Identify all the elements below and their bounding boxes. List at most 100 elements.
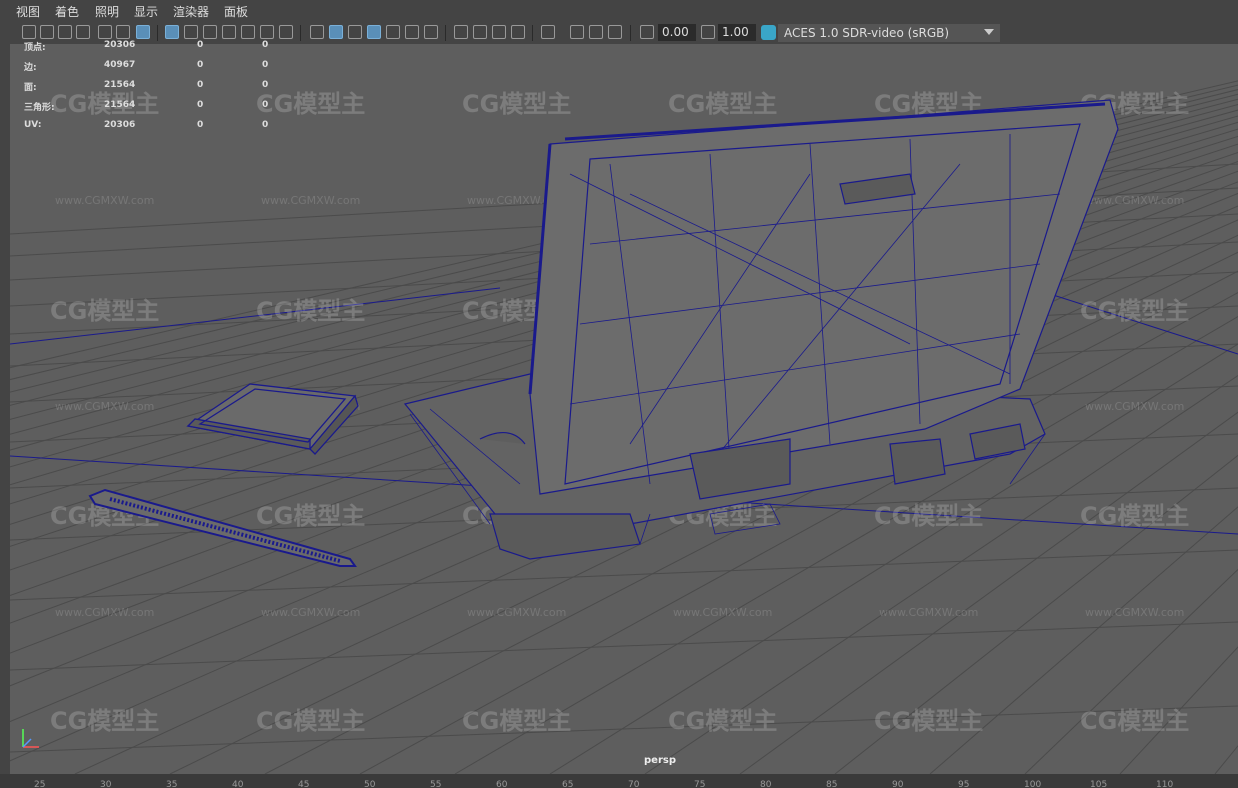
hud-value: 21564 [104, 80, 136, 90]
hud-label: 面: [24, 83, 37, 93]
watermark-url: www.CGMXW.com [1085, 400, 1184, 413]
grid-icon[interactable] [165, 25, 179, 39]
wireframe-on-shaded-icon[interactable] [367, 25, 381, 39]
grid-line [10, 705, 1238, 753]
watermark-logo: CG模型主 [874, 707, 983, 735]
menu-lighting[interactable]: 照明 [95, 3, 119, 20]
color-space-select[interactable]: ACES 1.0 SDR-video (sRGB) [778, 24, 1000, 42]
grid-line [10, 549, 1238, 601]
hud-value: 0 [197, 40, 204, 50]
color-management-icon[interactable] [761, 25, 776, 40]
ruler-tick-label: 105 [1090, 780, 1108, 788]
default-material-icon[interactable] [348, 25, 362, 39]
watermark-url: www.CGMXW.com [55, 194, 154, 207]
camera-select-icon[interactable] [22, 25, 36, 39]
2d-pan-zoom-icon[interactable] [98, 25, 112, 39]
brush-icon[interactable] [136, 25, 150, 39]
watermark-logo: CG模型主 [50, 707, 159, 735]
xray-components-icon[interactable] [608, 25, 622, 39]
ruler-tick-label: 110 [1156, 780, 1174, 788]
watermark-url: www.CGMXW.com [1085, 194, 1184, 207]
menu-panels[interactable]: 面板 [224, 3, 248, 20]
watermark-url: www.CGMXW.com [879, 606, 978, 619]
hud-row: 三角形: 21564 0 0 [14, 100, 274, 120]
watermark-logo: CG模型主 [668, 707, 777, 735]
safe-action-icon[interactable] [260, 25, 274, 39]
hud-value: 20306 [104, 40, 136, 50]
color-space-label: ACES 1.0 SDR-video (sRGB) [784, 26, 950, 40]
isolate-select-icon[interactable] [541, 25, 555, 39]
ambient-occlusion-icon[interactable] [454, 25, 468, 39]
menu-show[interactable]: 显示 [134, 3, 158, 20]
menu-shading[interactable]: 着色 [55, 3, 79, 20]
xray-icon[interactable] [570, 25, 584, 39]
lights-icon[interactable] [405, 25, 419, 39]
hud-value: 21564 [104, 100, 136, 110]
anti-aliasing-icon[interactable] [492, 25, 506, 39]
toolbar-divider [532, 25, 533, 41]
hud-value: 0 [262, 120, 269, 130]
ruler-tick-label: 35 [166, 780, 178, 788]
toolbar-divider [300, 25, 301, 41]
hud-label: 三角形: [24, 103, 55, 113]
hud-value: 0 [262, 40, 269, 50]
watermark-logo: CG模型主 [462, 90, 571, 118]
grease-pencil-icon[interactable] [116, 25, 130, 39]
menu-view[interactable]: 视图 [16, 3, 40, 20]
shadows-icon[interactable] [424, 25, 438, 39]
gate-mask-icon[interactable] [222, 25, 236, 39]
menu-bar: 视图 着色 照明 显示 渲染器 面板 [0, 0, 1238, 22]
hud-label: 顶点: [24, 43, 46, 53]
hud-value: 0 [262, 100, 269, 110]
motion-blur-icon[interactable] [473, 25, 487, 39]
ruler-tick-label: 55 [430, 780, 442, 788]
field-chart-icon[interactable] [241, 25, 255, 39]
exposure-icon[interactable] [640, 25, 654, 39]
ruler-tick-label: 45 [298, 780, 310, 788]
hud-value: 0 [197, 100, 204, 110]
exposure-field[interactable]: 0.00 [658, 24, 696, 41]
perspective-viewport[interactable]: CG模型主 CG模型主 CG模型主 CG模型主 CG模型主 CG模型主 CG模型主 CG模型主… [10, 44, 1238, 774]
watermark-url: www.CGMXW.com [1085, 606, 1184, 619]
hud-value: 0 [197, 60, 204, 70]
image-plane-icon[interactable] [76, 25, 90, 39]
scene-canvas: CG模型主 CG模型主 CG模型主 CG模型主 CG模型主 CG模型主 CG模型主 CG模型主… [10, 80, 1238, 774]
watermark-logo: CG模型主 [1080, 707, 1189, 735]
camera-attributes-icon[interactable] [40, 25, 54, 39]
ruler-tick-label: 50 [364, 780, 376, 788]
gamma-icon[interactable] [701, 25, 715, 39]
resolution-gate-icon[interactable] [203, 25, 217, 39]
menu-renderer[interactable]: 渲染器 [173, 3, 209, 20]
bookmark-icon[interactable] [58, 25, 72, 39]
hud-value: 0 [262, 60, 269, 70]
ruler-tick-label: 90 [892, 780, 904, 788]
ruler-tick-label: 100 [1024, 780, 1042, 788]
depth-of-field-icon[interactable] [511, 25, 525, 39]
watermark-logo: CG模型主 [1080, 502, 1189, 530]
watermark-logo: CG模型主 [668, 90, 777, 118]
time-ruler[interactable]: 25 30 35 40 45 50 55 60 65 70 75 80 85 90 95 100 105 110 [0, 774, 1238, 788]
textured-icon[interactable] [386, 25, 400, 39]
film-gate-icon[interactable] [184, 25, 198, 39]
xray-joints-icon[interactable] [589, 25, 603, 39]
hud-row: 面: 21564 0 0 [14, 80, 274, 100]
laptop-model [403, 99, 1119, 560]
hud-row: 边: 40967 0 0 [14, 60, 274, 80]
watermark-logo: CG模型主 [256, 707, 365, 735]
watermark-logo: CG模型主 [874, 502, 983, 530]
hud-value: 0 [197, 80, 204, 90]
safe-title-icon[interactable] [279, 25, 293, 39]
watermark-url: www.CGMXW.com [467, 606, 566, 619]
gamma-field[interactable]: 1.00 [718, 24, 756, 41]
toolbar-divider [630, 25, 631, 41]
toolbar-divider [157, 25, 158, 41]
hud-label: 边: [24, 63, 37, 73]
watermark-url: www.CGMXW.com [55, 606, 154, 619]
ruler-tick-label: 75 [694, 780, 706, 788]
hud-row: UV: 20306 0 0 [14, 120, 274, 140]
ruler-tick-label: 60 [496, 780, 508, 788]
smooth-shade-icon[interactable] [329, 25, 343, 39]
wireframe-icon[interactable] [310, 25, 324, 39]
chevron-down-icon [984, 29, 994, 35]
toolbar-divider [445, 25, 446, 41]
